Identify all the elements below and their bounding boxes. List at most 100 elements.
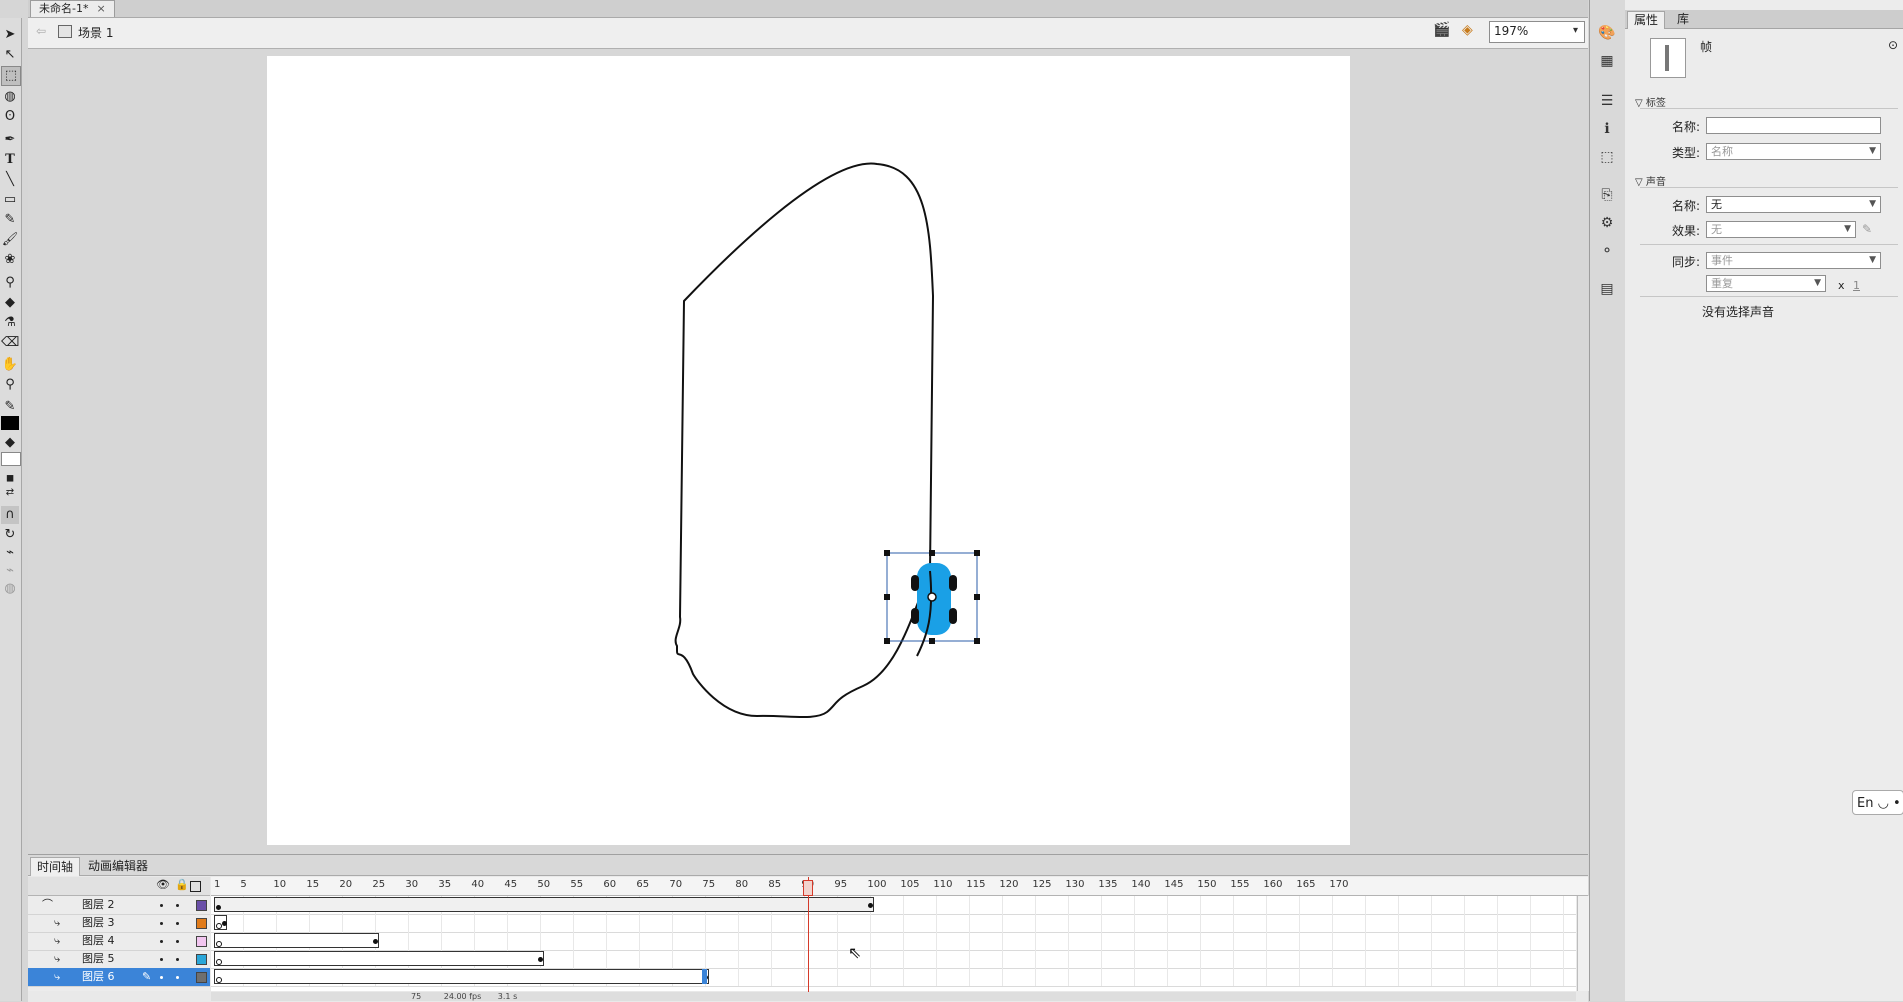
selected-frame[interactable]	[702, 969, 708, 984]
repeat-select[interactable]: 重复 ▼	[1706, 275, 1826, 292]
info-icon[interactable]: ℹ	[1597, 120, 1617, 138]
smooth-icon[interactable]: ↻	[1, 526, 19, 544]
color-panel-icon[interactable]: 🎨	[1597, 24, 1617, 42]
edit-envelope-icon[interactable]: ✎	[1862, 222, 1872, 236]
layer-color-swatch[interactable]	[196, 918, 207, 929]
swap-colors-icon[interactable]: ⇄	[1, 484, 19, 502]
tab-properties[interactable]: 属性	[1627, 11, 1666, 29]
code-snippets-icon[interactable]: ⎘	[1597, 186, 1617, 204]
start-keyframe[interactable]	[216, 941, 222, 947]
pen-tool-icon[interactable]: ✒	[1, 131, 19, 149]
stroke-color-icon[interactable]: ✎	[1, 398, 19, 416]
lock-toggle[interactable]	[176, 922, 179, 925]
components-icon[interactable]: ⚙	[1597, 214, 1617, 232]
layer-color-swatch[interactable]	[196, 954, 207, 965]
paint-bucket-icon[interactable]: ◆	[1, 294, 19, 312]
effect-select[interactable]: 无 ▼	[1706, 221, 1856, 238]
frame-span[interactable]	[214, 933, 379, 948]
pencil-tool-icon[interactable]: ✎	[1, 211, 19, 229]
subselection-tool-icon[interactable]: ↖	[1, 46, 19, 64]
layer-row[interactable]: ⤷ 图层 6 ✎	[28, 968, 210, 987]
ime-indicator[interactable]: En ◡ •	[1852, 790, 1903, 815]
frame-span[interactable]	[214, 897, 874, 912]
fill-color-icon[interactable]: ◆	[1, 434, 19, 452]
frame-row[interactable]	[211, 896, 1576, 915]
label-section-header[interactable]: ▽ 标签	[1635, 94, 1666, 109]
layer-color-swatch[interactable]	[196, 972, 207, 983]
frame-span[interactable]	[214, 969, 709, 984]
layer-row[interactable]: ⤷ 图层 4	[28, 932, 210, 951]
tab-motion-editor[interactable]: 动画编辑器	[82, 857, 154, 875]
edit-scene-icon[interactable]: 🎬	[1433, 22, 1455, 40]
lock-icon[interactable]: 🔒	[175, 878, 189, 891]
deco-tool-icon[interactable]: ❀	[1, 251, 19, 269]
straighten-icon[interactable]: ⌁	[1, 544, 19, 562]
frame-name-input[interactable]	[1706, 117, 1881, 134]
outline-icon[interactable]	[190, 881, 201, 892]
sound-section-header[interactable]: ▽ 声音	[1635, 173, 1666, 188]
lasso-tool-icon[interactable]: ʘ	[1, 108, 19, 126]
motion-presets-icon[interactable]: ⚬	[1597, 242, 1617, 260]
close-icon[interactable]: ×	[96, 2, 105, 15]
layer-name[interactable]: 图层 2	[82, 896, 115, 914]
swatches-icon[interactable]: ▦	[1597, 52, 1617, 70]
start-keyframe[interactable]	[216, 959, 222, 965]
eraser-tool-icon[interactable]: ⌫	[1, 334, 19, 352]
visibility-toggle[interactable]	[160, 940, 163, 943]
playhead-handle[interactable]	[803, 880, 813, 896]
hand-tool-icon[interactable]: ✋	[1, 356, 19, 374]
tab-library[interactable]: 库	[1671, 11, 1695, 28]
back-arrow-icon[interactable]: ⇦	[36, 24, 46, 38]
label-type-select[interactable]: 名称 ▼	[1706, 143, 1881, 160]
frame-row[interactable]	[211, 950, 1576, 969]
layer-row[interactable]: ⤷ 图层 5	[28, 950, 210, 969]
stroke-color-swatch[interactable]	[1, 416, 19, 430]
chevron-down-icon[interactable]: ▾	[1573, 25, 1578, 36]
layer-name[interactable]: 图层 4	[82, 932, 115, 950]
frame-span[interactable]	[214, 951, 544, 966]
layer-row[interactable]: ⌒ 图层 2	[28, 896, 210, 915]
frame-grid[interactable]	[211, 896, 1576, 991]
snap-magnet-icon[interactable]: ∩	[1, 506, 19, 524]
timeline-scrollbar[interactable]	[1577, 896, 1589, 991]
zoom-tool-icon[interactable]: ⚲	[1, 376, 19, 394]
lock-toggle[interactable]	[176, 976, 179, 979]
repeat-count[interactable]: 1	[1853, 279, 1860, 292]
tab-timeline[interactable]: 时间轴	[30, 857, 81, 876]
panel-menu-icon[interactable]: ⊙	[1888, 38, 1898, 52]
layer-color-swatch[interactable]	[196, 936, 207, 947]
layer-name[interactable]: 图层 3	[82, 914, 115, 932]
eyedropper-icon[interactable]: ⚗	[1, 314, 19, 332]
align-icon[interactable]: ☰	[1597, 92, 1617, 110]
visibility-toggle[interactable]	[160, 904, 163, 907]
scene-breadcrumb[interactable]: 场景 1	[78, 24, 113, 41]
3d-rotation-tool-icon[interactable]: ◍	[1, 88, 19, 106]
eye-icon[interactable]: 👁	[156, 878, 170, 891]
edit-symbol-icon[interactable]: ◈	[1462, 22, 1484, 40]
end-keyframe[interactable]	[221, 921, 227, 926]
start-keyframe[interactable]	[216, 977, 222, 983]
document-tab[interactable]: 未命名-1* ×	[30, 0, 115, 17]
visibility-toggle[interactable]	[160, 922, 163, 925]
lock-toggle[interactable]	[176, 940, 179, 943]
motion-guide-path[interactable]	[674, 162, 935, 719]
brush-tool-icon[interactable]: 🖌	[1, 231, 19, 249]
layer-name[interactable]: 图层 6	[82, 968, 115, 986]
layer-row[interactable]: ⤷ 图层 3	[28, 914, 210, 933]
lock-toggle[interactable]	[176, 904, 179, 907]
start-keyframe[interactable]	[216, 905, 221, 910]
lock-toggle[interactable]	[176, 958, 179, 961]
fill-color-swatch[interactable]	[1, 452, 21, 466]
selection-tool-icon[interactable]: ➤	[1, 26, 19, 44]
frame-ruler[interactable]: 1510152025303540455055606570758085909510…	[211, 877, 1588, 896]
frame-row[interactable]	[211, 932, 1576, 951]
sound-name-select[interactable]: 无 ▼	[1706, 196, 1881, 213]
layer-name[interactable]: 图层 5	[82, 950, 115, 968]
text-tool-icon[interactable]: T	[1, 151, 19, 169]
bone-tool-icon[interactable]: ⚲	[1, 274, 19, 292]
visibility-toggle[interactable]	[160, 976, 163, 979]
layer-color-swatch[interactable]	[196, 900, 207, 911]
visibility-toggle[interactable]	[160, 958, 163, 961]
scene-panel-icon[interactable]: ▤	[1597, 280, 1617, 298]
rectangle-tool-icon[interactable]: ▭	[1, 191, 19, 209]
